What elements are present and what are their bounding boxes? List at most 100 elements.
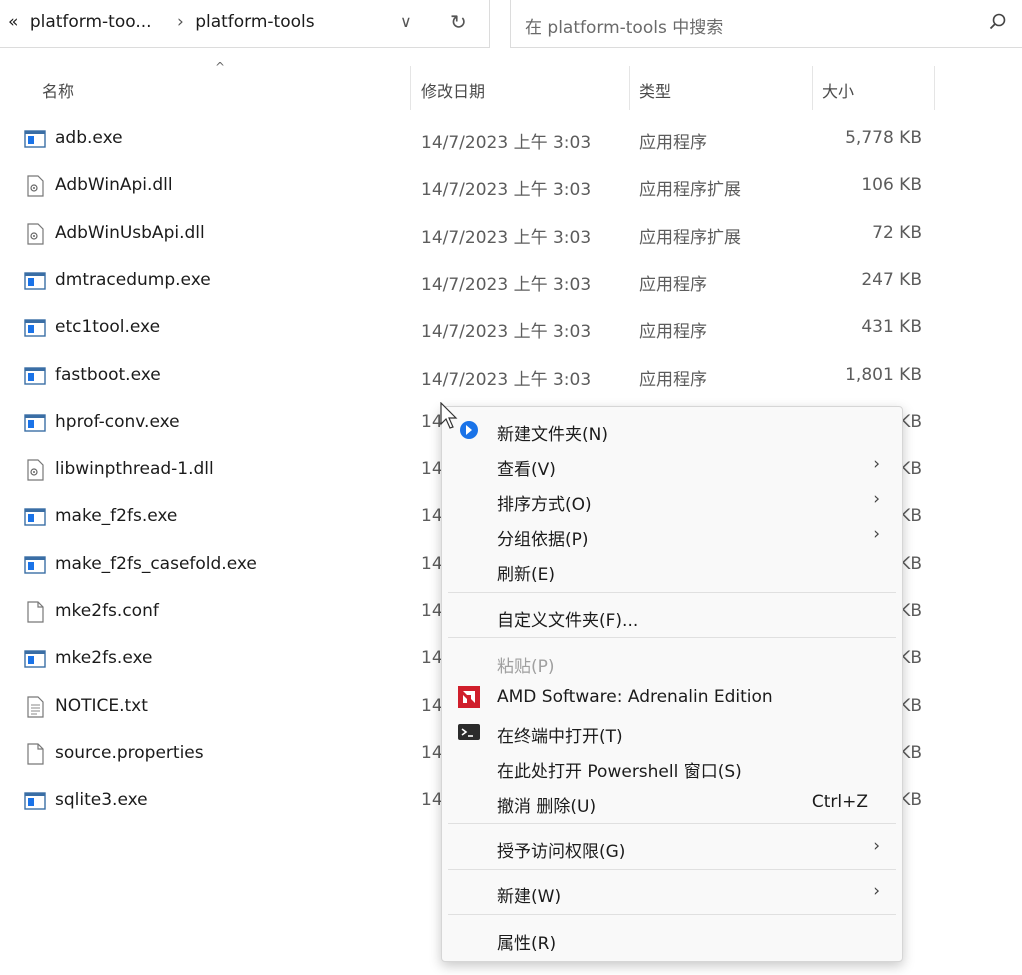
application-icon bbox=[24, 506, 46, 528]
breadcrumb-overflow[interactable]: « bbox=[8, 12, 18, 32]
file-icon bbox=[24, 601, 46, 623]
menu-item-paste[interactable]: 粘贴(P) bbox=[442, 645, 902, 679]
chevron-right-icon: › bbox=[873, 489, 880, 509]
application-icon bbox=[24, 790, 46, 812]
file-size: 72 KB bbox=[872, 222, 922, 243]
file-row[interactable]: fastboot.exe 14/7/2023 上午 3:03 应用程序 1,801 K… bbox=[0, 353, 940, 400]
menu-label: 撤消 删除(U) bbox=[497, 797, 597, 817]
refresh-icon[interactable]: ↻ bbox=[450, 10, 467, 34]
breadcrumb-item-current[interactable]: platform-tools bbox=[195, 12, 314, 32]
file-name: source.properties bbox=[55, 742, 204, 763]
file-row[interactable]: adb.exe 14/7/2023 上午 3:03 应用程序 5,778 KB bbox=[0, 116, 940, 163]
file-name: NOTICE.txt bbox=[55, 695, 148, 716]
file-date: 14/7/2023 上午 3:03 bbox=[421, 322, 592, 343]
chevron-right-icon: › bbox=[873, 881, 880, 901]
column-type[interactable]: 类型 bbox=[639, 78, 671, 102]
menu-label: AMD Software: Adrenalin Edition bbox=[497, 687, 773, 707]
menu-item-properties[interactable]: 属性(R) bbox=[442, 922, 902, 956]
menu-separator bbox=[448, 869, 896, 870]
shortcut-label: Ctrl+Z bbox=[811, 792, 868, 812]
column-divider[interactable] bbox=[629, 66, 630, 110]
menu-item-refresh[interactable]: 刷新(E) bbox=[442, 553, 902, 587]
file-row[interactable]: AdbWinUsbApi.dll 14/7/2023 上午 3:03 应用程序扩展 7… bbox=[0, 211, 940, 258]
dll-file-icon bbox=[24, 459, 46, 481]
dll-file-icon bbox=[24, 222, 46, 245]
file-size: 247 KB bbox=[861, 269, 922, 290]
menu-item-new-folder[interactable]: 新建文件夹(N) bbox=[442, 413, 902, 447]
address-bar[interactable]: « platform-too... › platform-tools ∨ ↻ bbox=[0, 0, 490, 48]
menu-label: 新建文件夹(N) bbox=[497, 425, 608, 445]
file-name: etc1tool.exe bbox=[55, 317, 161, 338]
chevron-right-icon: › bbox=[873, 836, 880, 856]
menu-item-powershell[interactable]: 在此处打开 Powershell 窗口(S) bbox=[442, 750, 902, 784]
menu-item-undo[interactable]: 撤消 删除(U) Ctrl+Z bbox=[442, 785, 902, 819]
file-name: make_f2fs_casefold.exe bbox=[55, 553, 257, 574]
menu-label: 排序方式(O) bbox=[497, 495, 592, 515]
file-type: 应用程序扩展 bbox=[639, 227, 741, 248]
menu-separator bbox=[448, 823, 896, 824]
text-file-icon bbox=[24, 695, 46, 718]
file-row[interactable]: dmtracedump.exe 14/7/2023 上午 3:03 应用程序 247 … bbox=[0, 258, 940, 305]
file-date: 14 bbox=[421, 506, 443, 527]
file-date: 14 bbox=[421, 742, 443, 763]
file-row[interactable]: etc1tool.exe 14/7/2023 上午 3:03 应用程序 431 KB bbox=[0, 305, 940, 352]
menu-separator bbox=[448, 914, 896, 915]
search-box[interactable]: 在 platform-tools 中搜索 bbox=[510, 0, 1022, 48]
application-icon bbox=[24, 128, 46, 150]
file-type: 应用程序 bbox=[639, 133, 707, 153]
chevron-right-icon: › bbox=[873, 524, 880, 544]
breadcrumb: « platform-too... › platform-tools bbox=[8, 12, 321, 32]
dll-file-icon bbox=[24, 175, 46, 197]
file-name: mke2fs.exe bbox=[55, 648, 153, 669]
amd-icon bbox=[458, 686, 480, 708]
menu-item-view[interactable]: 查看(V) › bbox=[442, 448, 902, 482]
application-icon bbox=[24, 648, 46, 670]
menu-label: 分组依据(P) bbox=[497, 530, 589, 550]
menu-separator bbox=[448, 592, 896, 593]
menu-item-terminal[interactable]: 在终端中打开(T) bbox=[442, 715, 902, 749]
menu-item-customize[interactable]: 自定义文件夹(F)... bbox=[442, 599, 902, 633]
file-date: 14 bbox=[421, 790, 443, 811]
file-date: 14 bbox=[421, 695, 443, 716]
chevron-down-icon[interactable]: ∨ bbox=[400, 12, 412, 31]
file-type: 应用程序 bbox=[639, 322, 707, 343]
menu-label: 在此处打开 Powershell 窗口(S) bbox=[497, 762, 742, 782]
file-name: hprof-conv.exe bbox=[55, 411, 180, 432]
menu-label: 新建(W) bbox=[497, 887, 562, 907]
file-name: sqlite3.exe bbox=[55, 790, 148, 811]
file-name: adb.exe bbox=[55, 128, 123, 148]
column-size[interactable]: 大小 bbox=[822, 78, 854, 102]
menu-separator bbox=[448, 637, 896, 638]
menu-item-group[interactable]: 分组依据(P) › bbox=[442, 518, 902, 552]
application-icon bbox=[24, 317, 46, 339]
column-divider[interactable] bbox=[812, 66, 813, 110]
menu-item-grant-access[interactable]: 授予访问权限(G) › bbox=[442, 830, 902, 864]
file-name: AdbWinUsbApi.dll bbox=[55, 222, 205, 243]
file-date: 14/7/2023 上午 3:03 bbox=[421, 227, 592, 248]
menu-item-amd[interactable]: AMD Software: Adrenalin Edition bbox=[442, 680, 902, 714]
breadcrumb-item-parent[interactable]: platform-too... bbox=[30, 12, 152, 32]
column-date[interactable]: 修改日期 bbox=[421, 78, 485, 102]
column-name[interactable]: 名称 bbox=[42, 78, 74, 102]
file-date: 14 bbox=[421, 459, 443, 480]
search-icon[interactable] bbox=[988, 12, 1008, 36]
sort-ascending-icon: ^ bbox=[215, 60, 226, 74]
file-name: make_f2fs.exe bbox=[55, 506, 178, 527]
breadcrumb-separator-icon[interactable]: › bbox=[177, 12, 184, 32]
file-date: 14 bbox=[421, 648, 443, 669]
file-name: AdbWinApi.dll bbox=[55, 175, 173, 196]
file-type: 应用程序 bbox=[639, 274, 707, 295]
file-date: 14/7/2023 上午 3:03 bbox=[421, 369, 592, 390]
column-divider[interactable] bbox=[410, 66, 411, 110]
file-row[interactable]: AdbWinApi.dll 14/7/2023 上午 3:03 应用程序扩展 106 … bbox=[0, 163, 940, 210]
search-input[interactable]: 在 platform-tools 中搜索 bbox=[525, 13, 723, 38]
column-header: ^ 名称 修改日期 类型 大小 bbox=[0, 60, 940, 112]
application-icon bbox=[24, 365, 46, 387]
menu-item-new[interactable]: 新建(W) › bbox=[442, 875, 902, 909]
menu-item-sort[interactable]: 排序方式(O) › bbox=[442, 483, 902, 517]
application-icon bbox=[24, 554, 46, 576]
file-date: 14/7/2023 上午 3:03 bbox=[421, 274, 592, 295]
column-divider[interactable] bbox=[934, 66, 935, 110]
mouse-cursor-icon bbox=[440, 402, 458, 429]
menu-label: 刷新(E) bbox=[497, 565, 556, 585]
